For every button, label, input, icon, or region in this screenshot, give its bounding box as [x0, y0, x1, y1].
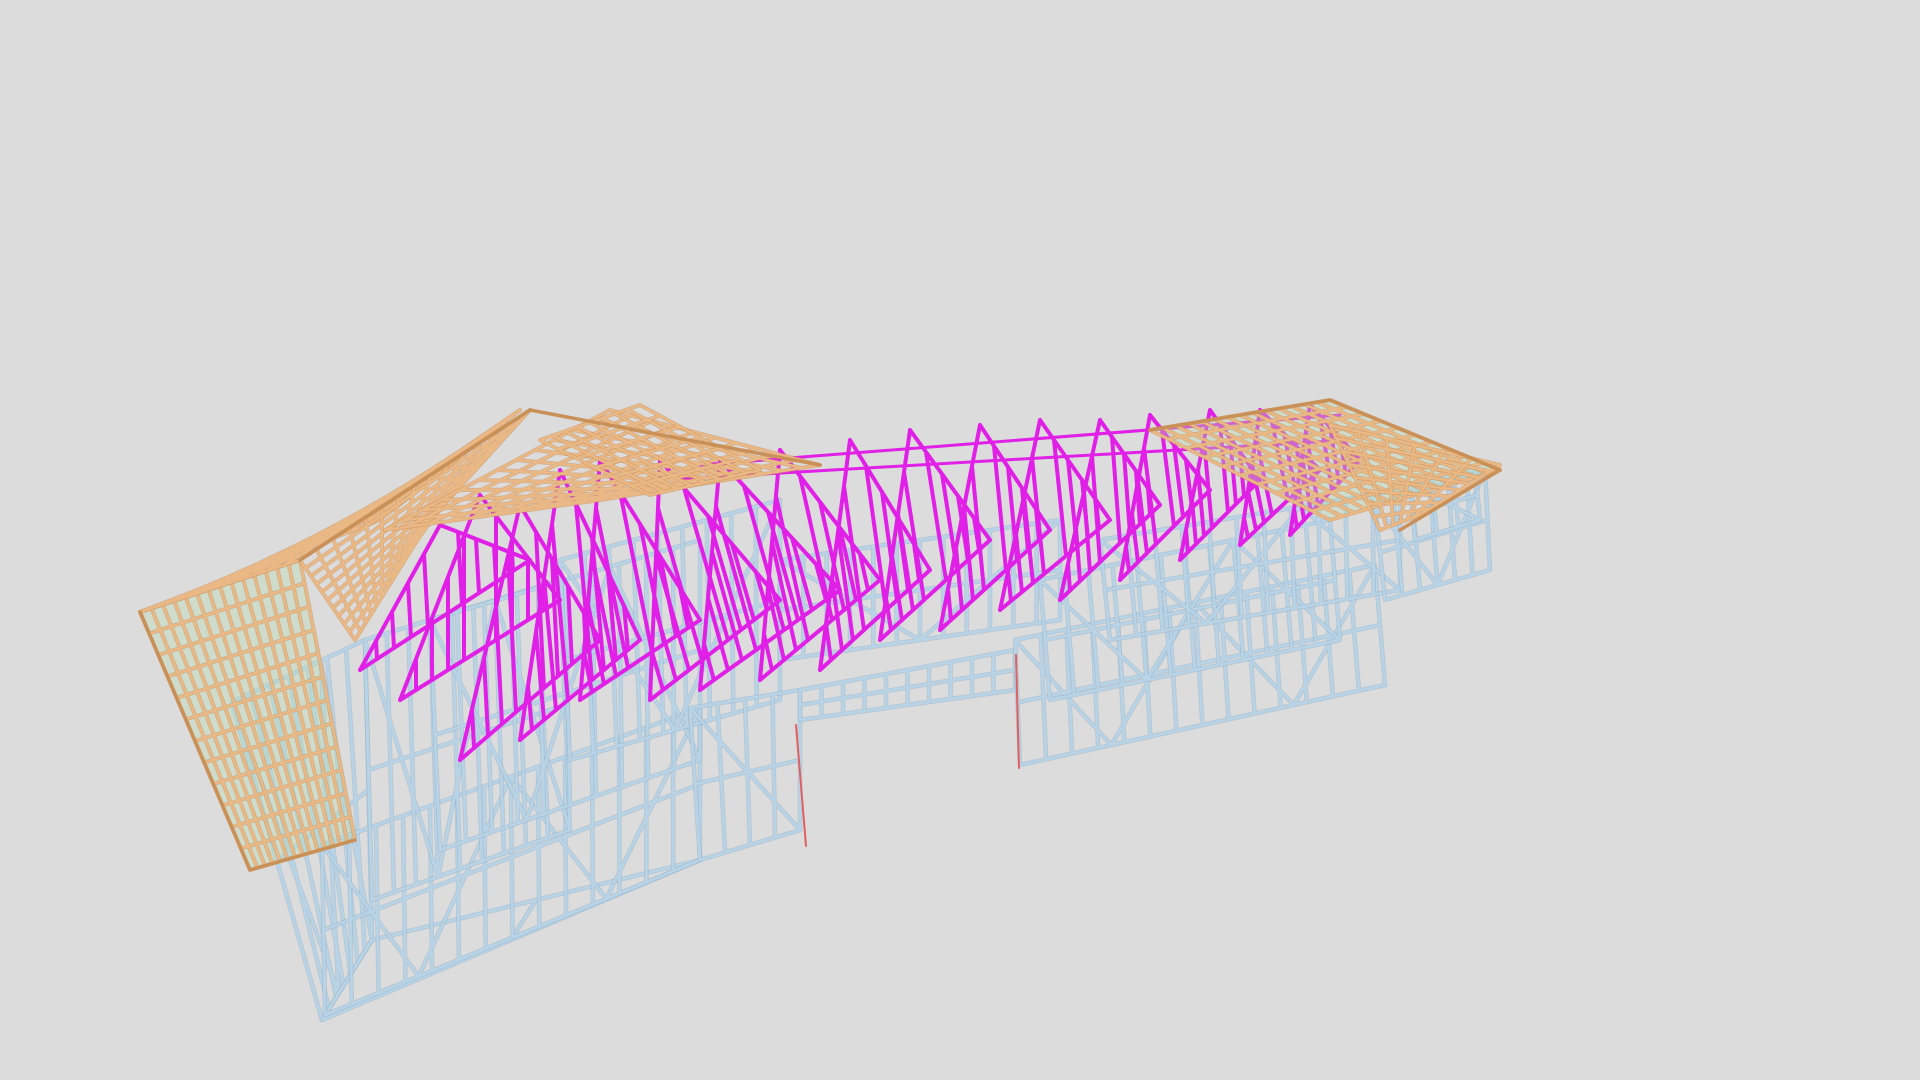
wall-left-end-right [688, 688, 802, 862]
3d-model-viewer[interactable] [0, 0, 1920, 1080]
model-viewport-canvas[interactable] [0, 0, 1920, 1080]
